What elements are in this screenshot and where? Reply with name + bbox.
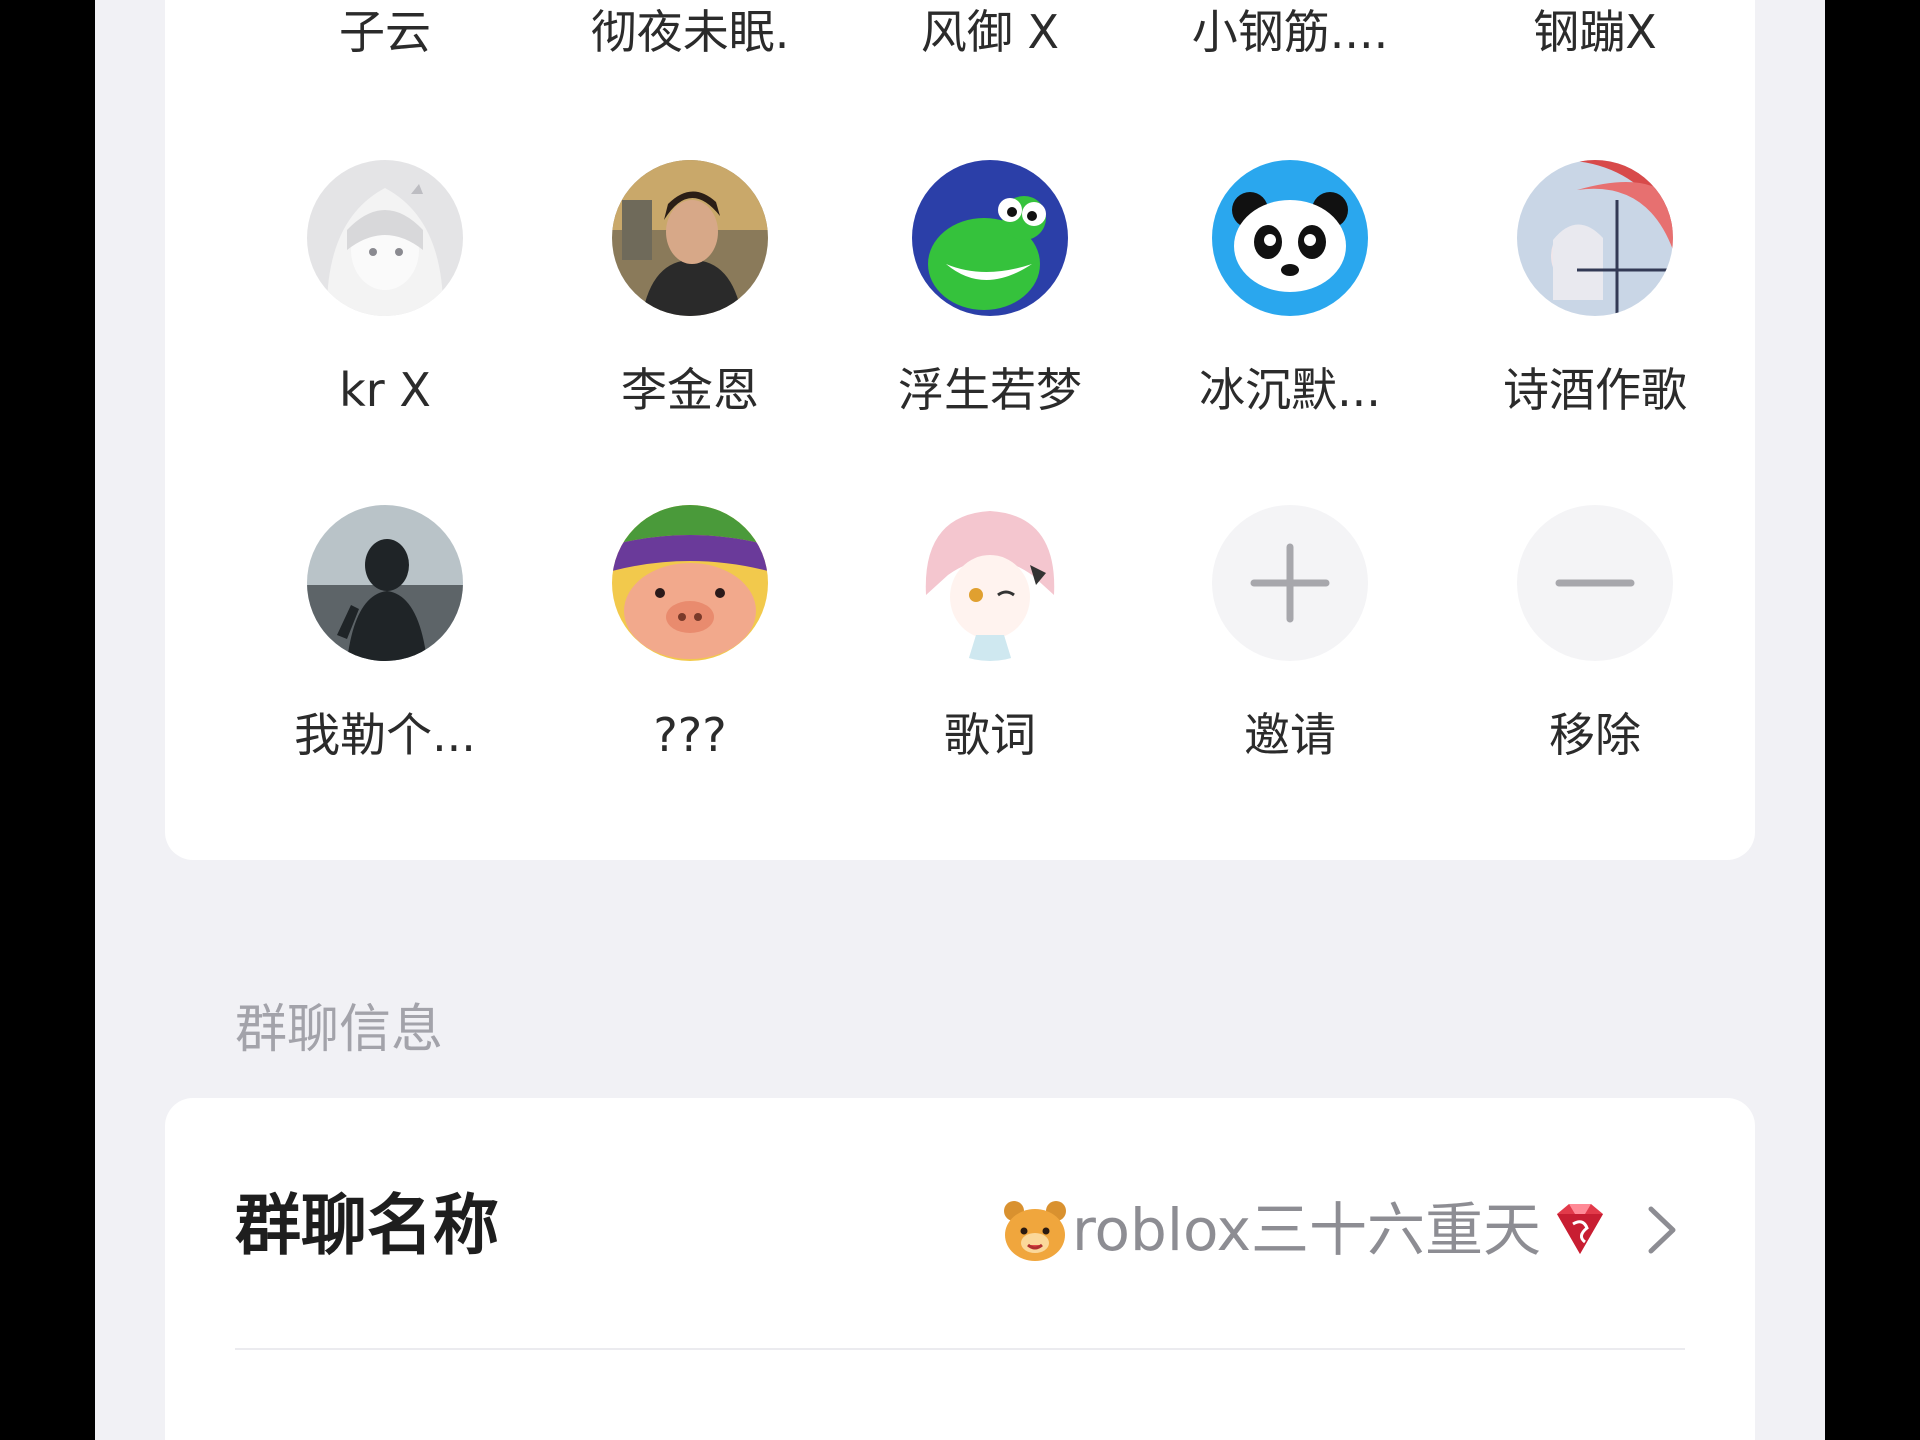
member-item[interactable]: 诗酒作歌	[1455, 160, 1735, 490]
member-item[interactable]: 我勒个...	[245, 505, 525, 835]
member-name: 李金恩	[621, 363, 759, 417]
silhouette-avatar[interactable]	[307, 505, 463, 661]
remove-member-button[interactable]: 移除	[1455, 505, 1735, 835]
member-name: 浮生若梦	[898, 363, 1082, 417]
group-name-value-wrap: roblox三十六重天	[1000, 1190, 1687, 1270]
pink-hair-girl-avatar[interactable]	[912, 505, 1068, 661]
member-item[interactable]: ???	[550, 505, 830, 835]
minus-icon	[1555, 579, 1635, 587]
bear-emoji-icon	[1003, 1201, 1066, 1261]
umbrella-girl-avatar[interactable]	[1517, 160, 1673, 316]
group-name-value: roblox三十六重天	[1071, 1196, 1541, 1264]
group-settings-screen: 子云 彻夜未眠. 风御 X 小钢筋.... 钢蹦X kr X 李金恩 浮生若梦 …	[95, 0, 1825, 1440]
member-item[interactable]: 歌词	[850, 505, 1130, 835]
member-name-fengyu[interactable]: 风御 X	[850, 2, 1130, 62]
section-title-group-info: 群聊信息	[235, 1000, 444, 1060]
member-name: kr X	[339, 363, 431, 417]
invite-label: 邀请	[1244, 708, 1336, 762]
member-name-ziyun[interactable]: 子云	[245, 2, 525, 62]
member-name: 我勒个...	[294, 708, 476, 762]
anime-girl-avatar[interactable]	[307, 160, 463, 316]
members-card: 子云 彻夜未眠. 风御 X 小钢筋.... 钢蹦X kr X 李金恩 浮生若梦 …	[165, 0, 1755, 860]
cartoon-pig-avatar[interactable]	[612, 505, 768, 661]
chevron-right-icon	[1648, 1206, 1676, 1254]
green-dinosaur-avatar[interactable]	[912, 160, 1068, 316]
member-name: ???	[653, 708, 727, 762]
remove-circle[interactable]	[1517, 505, 1673, 661]
row-divider	[235, 1348, 1685, 1350]
plus-icon	[1250, 543, 1330, 623]
panda-avatar[interactable]	[1212, 160, 1368, 316]
group-info-card: 群聊名称 roblox三十六重天	[165, 1098, 1755, 1440]
member-item[interactable]: 冰沉默...	[1150, 160, 1430, 490]
member-name-gangbeng[interactable]: 钢蹦X	[1455, 2, 1735, 62]
member-item[interactable]: kr X	[245, 160, 525, 490]
remove-label: 移除	[1549, 708, 1641, 762]
member-item[interactable]: 李金恩	[550, 160, 830, 490]
invite-circle[interactable]	[1212, 505, 1368, 661]
member-item[interactable]: 浮生若梦	[850, 160, 1130, 490]
invite-member-button[interactable]: 邀请	[1150, 505, 1430, 835]
gem-icon	[1557, 1204, 1603, 1254]
group-name-row[interactable]: 群聊名称 roblox三十六重天	[165, 1098, 1755, 1348]
member-name: 诗酒作歌	[1503, 363, 1687, 417]
member-name-xiaogangjin[interactable]: 小钢筋....	[1150, 2, 1430, 62]
member-name: 歌词	[944, 708, 1036, 762]
group-name-label: 群聊名称	[235, 1187, 499, 1264]
member-name: 冰沉默...	[1199, 363, 1381, 417]
man-portrait-avatar[interactable]	[612, 160, 768, 316]
member-name-cheyeweimian[interactable]: 彻夜未眠.	[550, 2, 830, 62]
